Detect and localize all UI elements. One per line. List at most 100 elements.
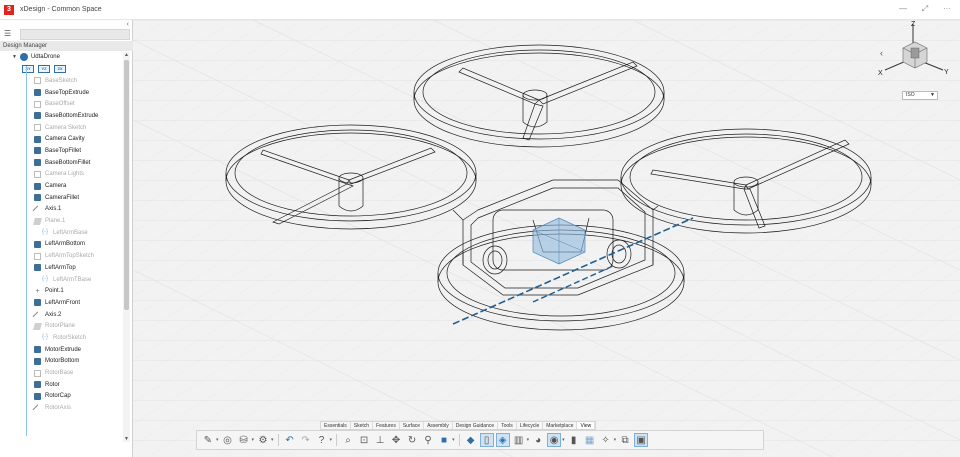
minimize-icon[interactable]: — [898,4,908,14]
tree-item[interactable]: Camera Cavity [0,133,122,145]
tree-item[interactable]: Camera Lights [0,169,122,181]
shaded-icon[interactable]: ◆ [464,433,478,447]
tree-item[interactable]: {-}LeftArmTBase [0,274,122,286]
plane-zx-icon[interactable]: ZX [54,65,66,73]
tree-item[interactable]: Camera [0,180,122,192]
tree-item[interactable]: RotorPlane [0,320,122,332]
chevron-left-icon[interactable]: ‹ [880,48,883,58]
tree-item[interactable]: LeftArmBottom [0,239,122,251]
visibility-icon[interactable]: ◉ [547,433,561,447]
tree-item[interactable]: LeftArmTop [0,262,122,274]
sketch-feature-icon [34,370,41,377]
tree-item[interactable]: Camera Sketch [0,122,122,134]
tab-features[interactable]: Features [373,422,400,429]
cube-icon[interactable]: ◈ [496,433,510,447]
root-label: UdtaDrone [31,54,60,60]
tree-item-label: Point.1 [45,288,64,294]
tree-item[interactable]: Axis.2 [0,309,122,321]
zoom-icon[interactable]: ⌕ [341,433,355,447]
window-icon[interactable]: ⧉ [618,433,632,447]
tab-lifecycle[interactable]: Lifecycle [517,422,543,429]
tree-item-label: LeftArmBase [53,230,88,236]
tab-sketch[interactable]: Sketch [351,422,373,429]
collapse-panel-icon[interactable]: ‹ [127,21,129,28]
plane-yz-icon[interactable]: YZ [38,65,50,73]
tree-item[interactable]: RotorCap [0,391,122,403]
tree-scrollbar[interactable]: ▲ ▼ [123,52,130,442]
solid-feature-icon [34,147,41,154]
box-icon[interactable]: ▮ [567,433,581,447]
window-title: xDesign - Common Space [20,6,102,13]
tree-item[interactable]: LeftArmFront [0,297,122,309]
tree-item[interactable]: BaseOffset [0,98,122,110]
tree-item[interactable]: RotorBase [0,367,122,379]
solid-feature-icon [34,112,41,119]
database-icon[interactable]: ⛁ [237,433,251,447]
tree-item[interactable]: CameraFillet [0,192,122,204]
gear-icon[interactable]: ⚙ [256,433,270,447]
redo-icon[interactable]: ↷ [299,433,313,447]
tab-view[interactable]: View [577,422,595,429]
tree-item-label: Plane.1 [45,218,65,224]
z-axis-label: Z [911,21,916,28]
outline-icon[interactable]: ▯ [480,433,494,447]
scroll-thumb[interactable] [124,60,129,310]
app-logo-icon[interactable]: 3 [4,5,14,15]
tree-item[interactable]: MotorExtrude [0,344,122,356]
tree-item[interactable]: BaseTopExtrude [0,87,122,99]
appearance-icon[interactable]: ◕ [531,433,545,447]
settings-icon[interactable]: ✧ [599,433,613,447]
tree-item[interactable]: MotorBottom [0,356,122,368]
fit-icon[interactable]: ⊡ [357,433,371,447]
tree-item-label: Camera Sketch [45,125,86,131]
more-icon[interactable]: ··· [942,4,952,14]
tree-item[interactable]: RotorAxis [0,402,122,414]
view-orientation-select[interactable]: ISO ▼ [902,91,938,100]
orbit-icon[interactable]: ◎ [221,433,235,447]
tree-item[interactable]: BaseTopFillet [0,145,122,157]
move-icon[interactable]: ✥ [389,433,403,447]
3d-viewport[interactable] [133,20,960,457]
undo-icon[interactable]: ↶ [283,433,297,447]
search-icon[interactable]: ⚲ [421,433,435,447]
sketch-tool-icon[interactable]: ✎ [201,433,215,447]
display-icon[interactable]: ▣ [634,433,648,447]
tab-assembly[interactable]: Assembly [424,422,453,429]
tab-essentials[interactable]: Essentials [321,422,351,429]
tree-item-label: MotorExtrude [45,347,81,353]
search-input[interactable] [20,29,130,40]
tree-item[interactable]: BaseBottomExtrude [0,110,122,122]
tree-root[interactable]: ▼ UdtaDrone [0,51,122,62]
section-icon[interactable]: ▥ [512,433,526,447]
tree-item[interactable]: Rotor [0,379,122,391]
tab-marketplace[interactable]: Marketplace [543,422,577,429]
tree-item[interactable]: {-}RotorSketch [0,332,122,344]
grid-icon[interactable]: ▦ [583,433,597,447]
chevron-down-icon[interactable]: ▼ [12,54,17,60]
tree-item[interactable]: LeftArmTopSketch [0,250,122,262]
plane-xy-icon[interactable]: XY [22,65,34,73]
tree-item[interactable]: {-}LeftArmBase [0,227,122,239]
scroll-down-icon[interactable]: ▼ [123,436,130,442]
tab-design-guidance[interactable]: Design Guidance [453,422,498,429]
tree-item[interactable]: Axis.1 [0,204,122,216]
tree-item[interactable]: Plane.1 [0,215,122,227]
tree-item-label: MotorBottom [45,358,79,364]
tree-item[interactable]: BaseSketch [0,75,122,87]
tree-item[interactable]: BaseBottomFillet [0,157,122,169]
maximize-icon[interactable]: ⤢ [920,4,930,14]
view-cube[interactable]: Z X Y [873,20,953,90]
render-icon[interactable]: ■ [437,433,451,447]
drone-model [133,20,960,457]
tree-item[interactable]: +Point.1 [0,285,122,297]
tab-surface[interactable]: Surface [400,422,424,429]
help-icon[interactable]: ? [315,433,329,447]
rotate-icon[interactable]: ↻ [405,433,419,447]
pan-icon[interactable]: ⊥ [373,433,387,447]
scroll-up-icon[interactable]: ▲ [123,52,130,58]
tree-view-icon[interactable]: ☰ [4,29,18,40]
tab-tools[interactable]: Tools [498,422,517,429]
tree-item-label: BaseSketch [45,78,77,84]
sketch-feature-icon [34,101,41,108]
chevron-down-icon[interactable]: ▼ [930,92,935,99]
